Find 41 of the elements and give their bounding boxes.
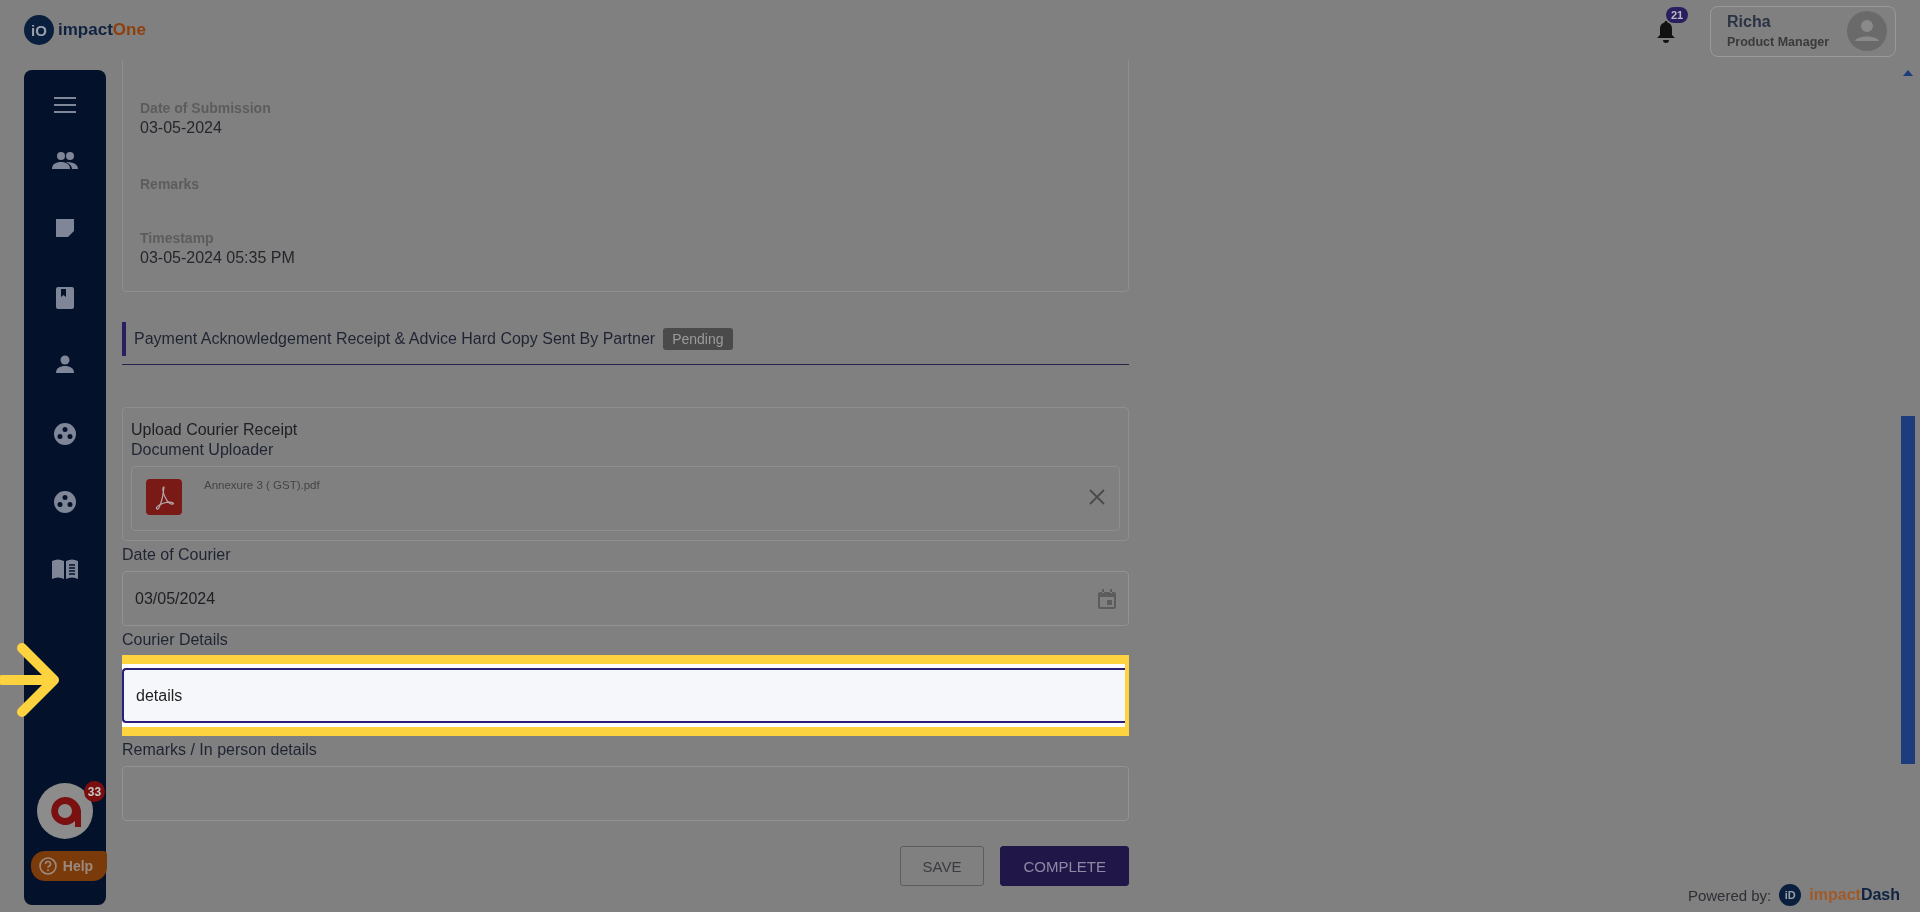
- scrollbar-thumb[interactable]: [1901, 416, 1915, 764]
- upload-title: Upload Courier Receipt: [131, 420, 299, 440]
- person-icon[interactable]: [56, 355, 74, 373]
- notification-count: 21: [1666, 7, 1689, 23]
- field-label: Remarks / In person details: [122, 741, 318, 759]
- bell-icon[interactable]: [1656, 21, 1676, 43]
- file-name: Annexure 3 ( GST).pdf: [204, 479, 321, 491]
- upload-subtitle: Document Uploader: [131, 440, 275, 460]
- complete-button[interactable]: COMPLETE: [1000, 846, 1129, 886]
- menu-icon[interactable]: [54, 97, 76, 113]
- film-reel-icon[interactable]: [54, 491, 76, 513]
- brand-badge: iD: [1779, 884, 1802, 906]
- pdf-icon: [146, 479, 182, 515]
- status-badge: Pending: [663, 328, 733, 350]
- user-name: Richa: [1727, 13, 1772, 31]
- field-label: Courier Details: [122, 631, 229, 649]
- save-button[interactable]: SAVE: [899, 846, 985, 886]
- book-icon[interactable]: [56, 287, 74, 309]
- section-title: Payment Acknowledgement Receipt & Advice Hard Copy Sent By Partner: [134, 330, 656, 348]
- help-button[interactable]: Help: [30, 851, 108, 881]
- field-label: Date of Courier: [122, 546, 232, 564]
- user-menu[interactable]: Richa Product Manager: [1710, 5, 1896, 57]
- document-icon[interactable]: [54, 219, 76, 237]
- film-reel-icon[interactable]: [54, 423, 76, 445]
- brand-name: impactDash: [1809, 886, 1900, 904]
- pointer-arrow-icon: [0, 640, 60, 720]
- date-field[interactable]: 03/05/2024: [122, 571, 1129, 626]
- chat-count: 33: [84, 781, 105, 802]
- field-value: 03-05-2024 05:35 PM: [140, 248, 296, 268]
- input-field[interactable]: details: [122, 668, 1125, 723]
- user-role: Product Manager: [1727, 35, 1831, 49]
- powered-by-text: Powered by:: [1687, 886, 1772, 904]
- scroll-up-icon[interactable]: [1903, 70, 1913, 76]
- logo-badge: iO: [24, 15, 54, 45]
- people-icon[interactable]: [51, 151, 79, 169]
- logo-text: impactOne: [58, 20, 146, 40]
- help-icon: [38, 857, 57, 875]
- field-value: 03-05-2024: [140, 118, 223, 138]
- section-accent-bar: [122, 322, 126, 356]
- open-book-icon[interactable]: [52, 559, 78, 579]
- avatar-icon: [1847, 11, 1887, 51]
